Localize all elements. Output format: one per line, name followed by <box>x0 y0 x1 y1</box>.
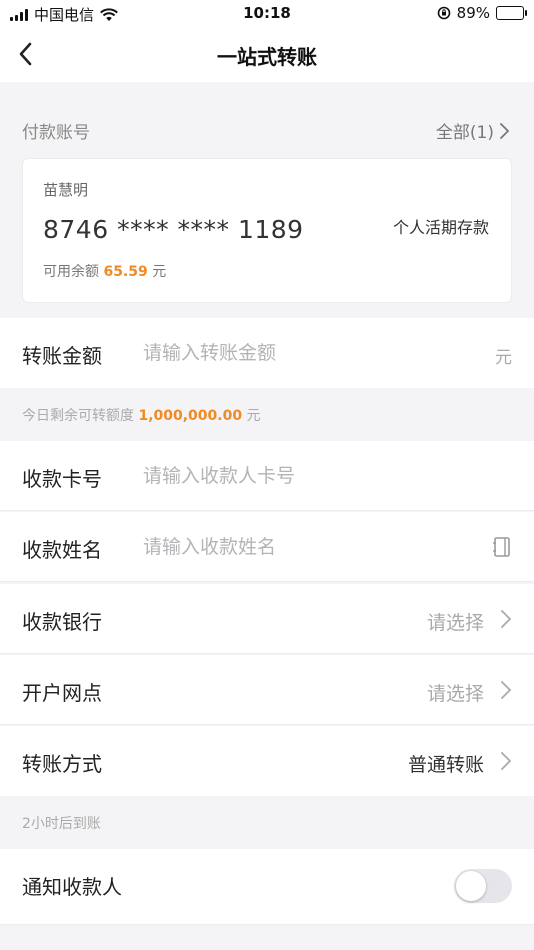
toggle-knob <box>456 871 486 901</box>
nav-bar: 一站式转账 <box>0 28 534 82</box>
amount-row: 转账金额 元 <box>0 318 534 388</box>
status-right: 89% <box>437 4 527 22</box>
limit-hint-band: 今日剩余可转额度 1,000,000.00 元 <box>0 389 534 439</box>
payee-card-input[interactable] <box>143 457 463 495</box>
battery-percent: 89% <box>456 4 490 22</box>
payee-name-label: 收款姓名 <box>22 538 102 562</box>
rotation-lock-icon <box>437 6 450 20</box>
status-bar: 中国电信 10:18 89% <box>0 0 534 28</box>
all-accounts-label: 全部(1) <box>435 123 494 143</box>
payer-card[interactable]: 苗慧明 8746 **** **** 1189 个人活期存款 可用余额 65.5… <box>22 158 512 303</box>
chevron-right-icon <box>501 610 512 628</box>
divider <box>0 724 534 725</box>
amount-label: 转账金额 <box>22 344 102 368</box>
all-accounts-link[interactable]: 全部(1) <box>436 118 510 143</box>
account-holder-name: 苗慧明 <box>43 181 89 199</box>
branch-row[interactable]: 开户网点 请选择 <box>0 655 534 725</box>
payee-bank-row[interactable]: 收款银行 请选择 <box>0 584 534 654</box>
chevron-right-icon <box>500 122 510 139</box>
payee-bank-label: 收款银行 <box>22 610 102 634</box>
branch-value: 请选择 <box>426 683 484 705</box>
account-type: 个人活期存款 <box>392 218 489 237</box>
chevron-right-icon <box>501 681 512 699</box>
chevron-right-icon <box>501 752 512 770</box>
amount-unit: 元 <box>495 348 512 368</box>
page-title: 一站式转账 <box>217 45 317 69</box>
available-balance: 可用余额 65.59 元 <box>43 261 166 281</box>
notify-toggle[interactable] <box>454 869 512 903</box>
notify-row: 通知收款人 <box>0 849 534 925</box>
divider <box>0 924 534 925</box>
balance-amount: 65.59 <box>103 264 148 280</box>
payee-name-row: 收款姓名 <box>0 512 534 582</box>
balance-label: 可用余额 <box>43 264 99 280</box>
payee-bank-value: 请选择 <box>426 612 484 634</box>
battery-icon <box>496 6 527 20</box>
balance-currency: 元 <box>152 264 167 280</box>
transfer-method-row[interactable]: 转账方式 普通转账 <box>0 726 534 796</box>
limit-hint: 今日剩余可转额度 1,000,000.00 元 <box>22 405 261 425</box>
address-book-icon[interactable] <box>492 536 512 558</box>
transfer-method-label: 转账方式 <box>22 752 102 776</box>
notify-label: 通知收款人 <box>22 875 122 899</box>
payee-card-label: 收款卡号 <box>22 467 102 491</box>
payer-label: 付款账号 <box>22 123 90 143</box>
limit-hint-suffix: 元 <box>246 408 261 424</box>
arrival-hint-band: 2小时后到账 <box>0 797 534 847</box>
amount-input[interactable] <box>143 334 463 372</box>
divider <box>0 581 534 582</box>
transfer-method-value: 普通转账 <box>407 754 484 776</box>
divider <box>0 653 534 654</box>
limit-hint-prefix: 今日剩余可转额度 <box>22 408 134 424</box>
branch-label: 开户网点 <box>22 681 102 705</box>
arrival-hint: 2小时后到账 <box>22 816 101 832</box>
payee-name-input[interactable] <box>143 528 463 566</box>
limit-hint-amount: 1,000,000.00 <box>138 408 243 424</box>
divider <box>0 510 534 511</box>
payer-section-header: 付款账号 全部(1) <box>0 104 534 144</box>
card-number: 8746 **** **** 1189 <box>43 215 304 244</box>
payee-card-row: 收款卡号 <box>0 441 534 511</box>
